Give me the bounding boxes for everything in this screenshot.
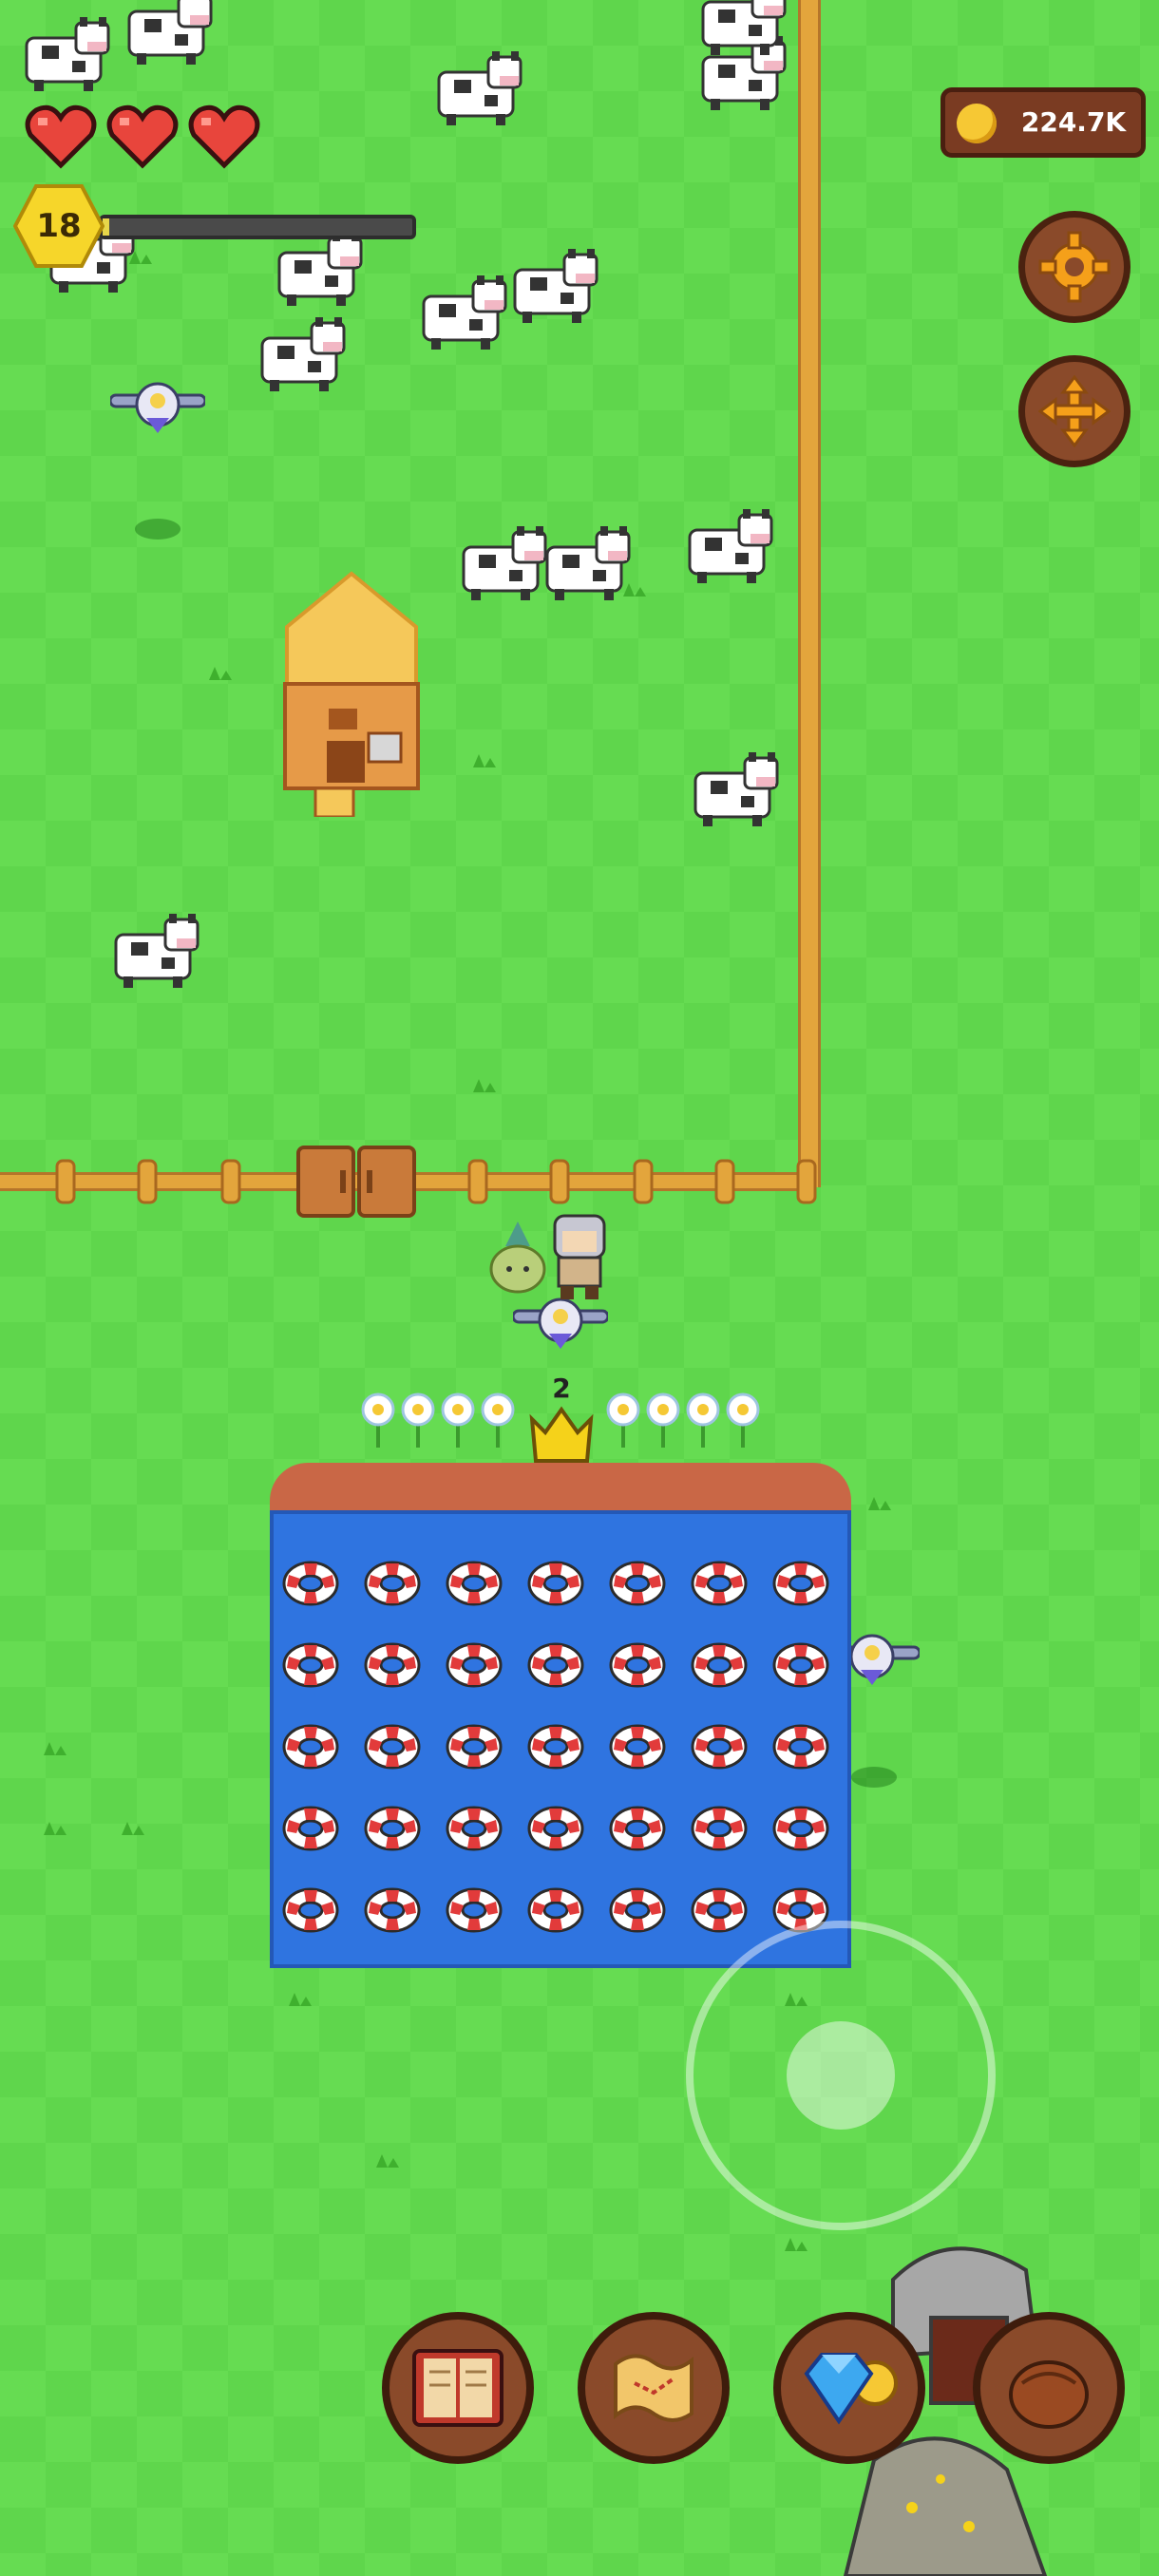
inventory-button[interactable]: [973, 2312, 1125, 2464]
heart-icon: [25, 104, 97, 169]
diamond-coin-icon: [804, 2353, 898, 2425]
journal-button[interactable]: [382, 2312, 534, 2464]
game-world[interactable]: 2: [0, 0, 1159, 2576]
map-button[interactable]: [578, 2312, 730, 2464]
heart-icon: [188, 104, 260, 169]
joystick-knob[interactable]: [787, 2021, 895, 2130]
map-scroll-icon: [614, 2354, 694, 2422]
book-icon: [412, 2349, 504, 2427]
coin-amount: 224.7K: [1020, 106, 1127, 138]
settings-button[interactable]: [1018, 211, 1130, 323]
coin-icon: [957, 104, 997, 143]
level-text: 18: [36, 207, 82, 245]
gear-icon: [1038, 231, 1111, 303]
move-button[interactable]: [1018, 355, 1130, 467]
move-arrows-icon: [1038, 375, 1111, 447]
shop-button[interactable]: [773, 2312, 925, 2464]
leather-bag-icon: [1009, 2360, 1089, 2429]
heart-icon: [106, 104, 179, 169]
coin-counter: 224.7K: [940, 87, 1146, 158]
xp-bar: [99, 215, 416, 239]
grass-tufts: [44, 251, 891, 2251]
